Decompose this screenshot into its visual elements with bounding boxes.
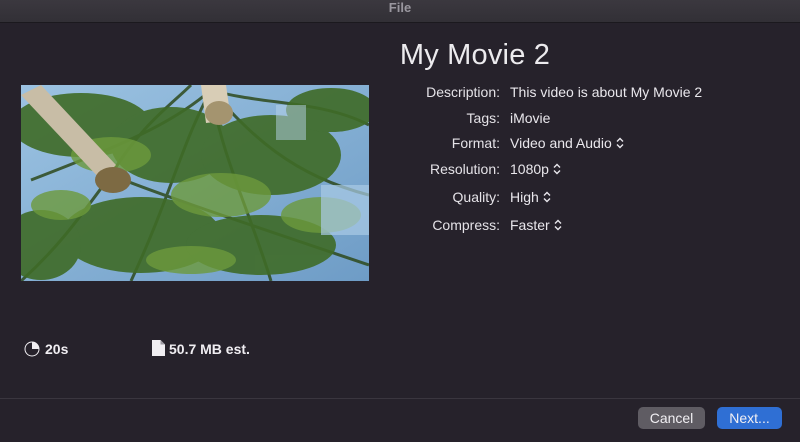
quality-row: Quality: High	[380, 187, 780, 207]
movie-thumbnail	[21, 85, 369, 281]
description-label: Description:	[426, 84, 500, 100]
footer-divider	[0, 398, 800, 399]
resolution-popup[interactable]: 1080p	[510, 159, 561, 179]
tags-field[interactable]: iMovie	[510, 108, 550, 128]
movie-title: My Movie 2	[399, 39, 551, 71]
format-label: Format:	[451, 135, 500, 151]
duration-stat: 20s	[24, 339, 124, 359]
document-icon	[152, 340, 165, 356]
clock-icon	[24, 341, 40, 357]
tags-row: Tags: iMovie	[380, 108, 780, 128]
window-titlebar: File	[0, 0, 800, 23]
description-field[interactable]: This video is about My Movie 2	[510, 82, 702, 102]
compress-label: Compress:	[432, 217, 500, 233]
format-row: Format: Video and Audio	[380, 133, 780, 153]
resolution-label: Resolution:	[429, 161, 500, 177]
quality-popup[interactable]: High	[510, 187, 551, 207]
duration-text: 20s	[45, 341, 69, 357]
size-text: 50.7 MB est.	[169, 341, 250, 357]
format-popup[interactable]: Video and Audio	[510, 133, 624, 153]
updown-chevron-icon	[553, 163, 561, 175]
compress-value: Faster	[510, 217, 550, 233]
window-title: File	[388, 0, 412, 15]
quality-value: High	[510, 189, 539, 205]
cancel-button[interactable]: Cancel	[638, 407, 705, 429]
updown-chevron-icon	[554, 219, 562, 231]
updown-chevron-icon	[616, 137, 624, 149]
compress-popup[interactable]: Faster	[510, 215, 562, 235]
resolution-value: 1080p	[510, 161, 549, 177]
tags-label: Tags:	[466, 110, 500, 126]
description-row: Description: This video is about My Movi…	[380, 82, 780, 102]
updown-chevron-icon	[543, 191, 551, 203]
size-stat: 50.7 MB est.	[152, 339, 272, 359]
resolution-row: Resolution: 1080p	[380, 159, 780, 179]
compress-row: Compress: Faster	[380, 215, 780, 235]
next-button[interactable]: Next...	[717, 407, 782, 429]
quality-label: Quality:	[452, 189, 500, 205]
format-value: Video and Audio	[510, 135, 612, 151]
